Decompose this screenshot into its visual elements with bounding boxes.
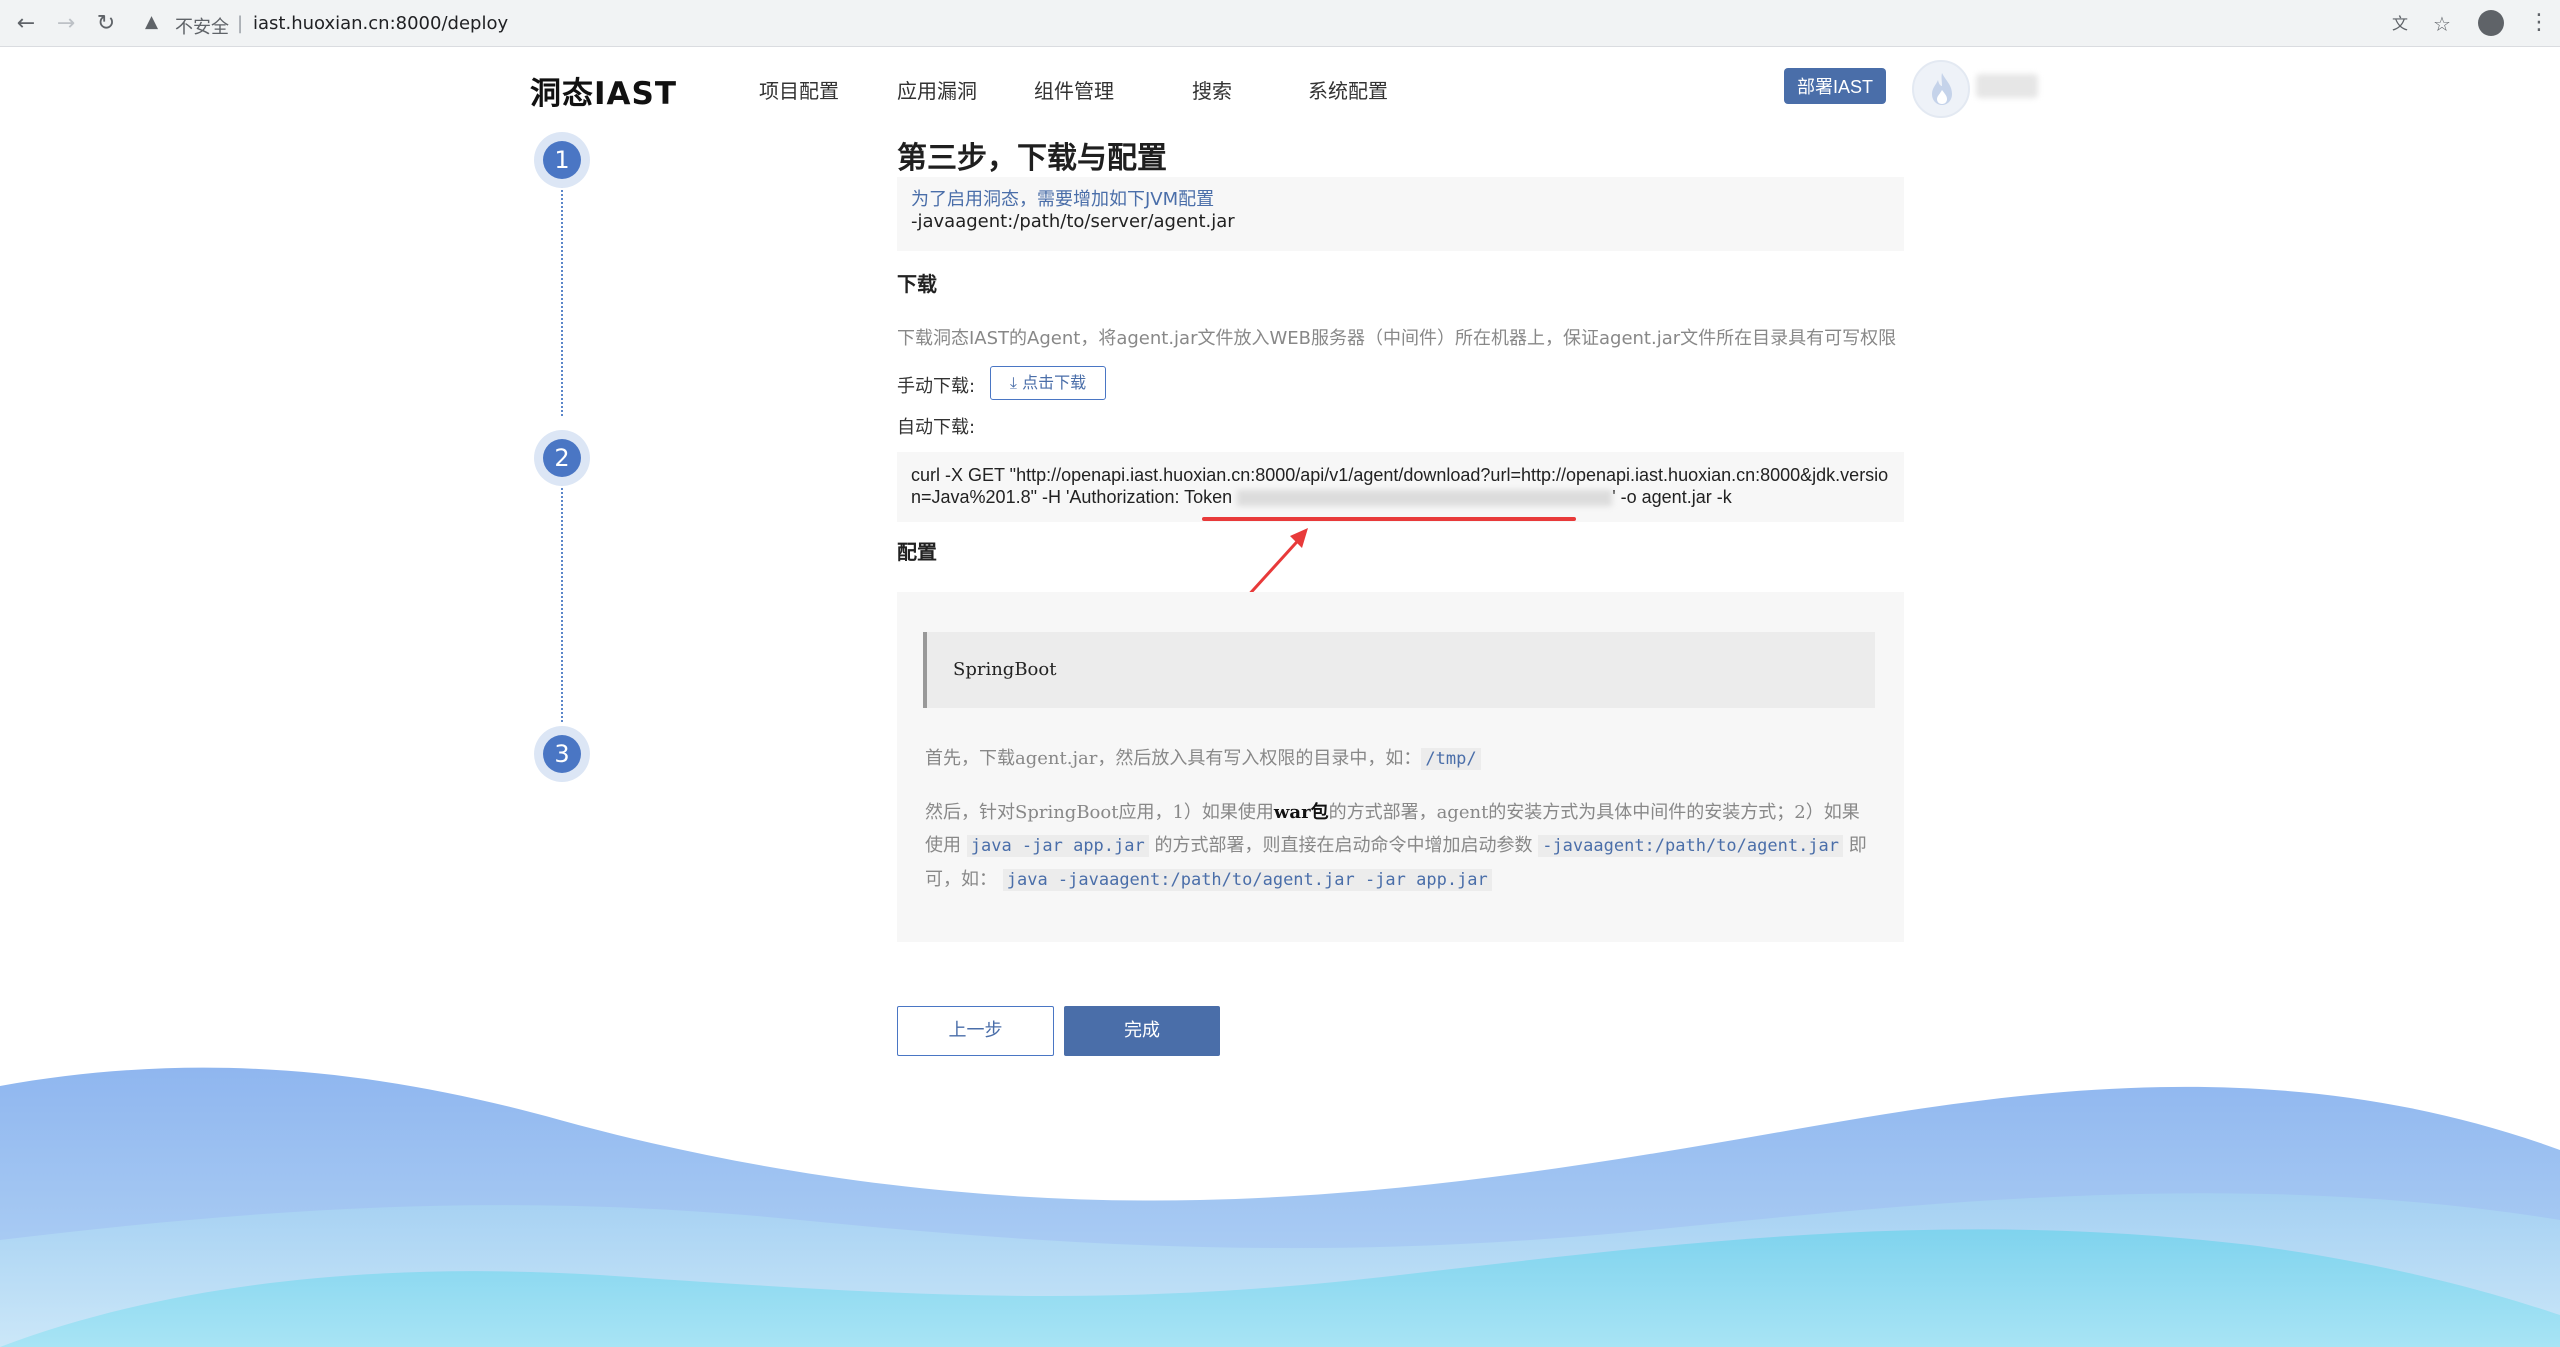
click-download-button[interactable]: ⤓ 点击下载 bbox=[990, 366, 1106, 400]
url-text[interactable]: iast.huoxian.cn:8000/deploy bbox=[253, 13, 508, 34]
nav-item-search[interactable]: 搜索 bbox=[1192, 75, 1232, 104]
warning-icon[interactable]: ▲ bbox=[145, 12, 158, 32]
step-connector bbox=[561, 484, 563, 722]
step-number: 2 bbox=[543, 439, 581, 477]
nav-item-components[interactable]: 组件管理 bbox=[1034, 75, 1114, 104]
tip-line-1: 为了启用洞态，需要增加如下JVM配置 bbox=[911, 189, 1215, 210]
java-jar-code: java -jar app.jar bbox=[966, 835, 1149, 857]
example-command-code: java -javaagent:/path/to/agent.jar -jar … bbox=[1002, 869, 1492, 891]
step-2: 2 bbox=[534, 430, 590, 486]
flame-icon bbox=[1932, 73, 1952, 105]
url-separator: | bbox=[237, 13, 244, 34]
curl-command-suffix: ' -o agent.jar -k bbox=[1612, 487, 1732, 507]
nav-item-vulnerabilities[interactable]: 应用漏洞 bbox=[897, 75, 977, 104]
nav-item-projects[interactable]: 项目配置 bbox=[759, 75, 839, 104]
step-number: 1 bbox=[543, 141, 581, 179]
download-description: 下载洞态IAST的Agent，将agent.jar文件放入WEB服务器（中间件）… bbox=[897, 328, 1897, 349]
manual-download-label: 手动下载: bbox=[897, 376, 976, 397]
config-step-1: 首先，下载agent.jar，然后放入具有写入权限的目录中，如：/tmp/ bbox=[925, 742, 1875, 776]
step-connector bbox=[561, 186, 563, 416]
previous-step-button[interactable]: 上一步 bbox=[897, 1006, 1054, 1056]
back-icon[interactable]: ← bbox=[12, 10, 40, 38]
nav-item-system[interactable]: 系统配置 bbox=[1308, 75, 1388, 104]
page-title: 第三步，下载与配置 bbox=[897, 141, 1167, 176]
config-step-1-text: 首先，下载agent.jar，然后放入具有写入权限的目录中，如： bbox=[925, 748, 1422, 769]
app-logo[interactable]: 洞态IAST bbox=[530, 68, 677, 113]
finish-button[interactable]: 完成 bbox=[1064, 1006, 1220, 1056]
token-redacted bbox=[1237, 490, 1613, 507]
decorative-waves bbox=[0, 1067, 2560, 1347]
browser-toolbar: ← → ↻ ▲ 不安全 | iast.huoxian.cn:8000/deplo… bbox=[0, 0, 2560, 47]
springboot-heading: SpringBoot bbox=[923, 632, 1875, 708]
bookmark-star-icon[interactable]: ☆ bbox=[2428, 10, 2456, 38]
auto-download-label: 自动下载: bbox=[897, 417, 976, 438]
translate-icon[interactable]: 文 bbox=[2386, 10, 2414, 38]
forward-icon[interactable]: → bbox=[52, 10, 80, 38]
address-bar[interactable]: ▲ 不安全 | iast.huoxian.cn:8000/deploy bbox=[135, 4, 2435, 42]
tmp-path-code: /tmp/ bbox=[1421, 748, 1481, 770]
deploy-iast-button[interactable]: 部署IAST bbox=[1784, 68, 1886, 104]
config-section-title: 配置 bbox=[897, 540, 937, 564]
config-panel: SpringBoot 首先，下载agent.jar，然后放入具有写入权限的目录中… bbox=[897, 592, 1904, 942]
step-number: 3 bbox=[543, 735, 581, 773]
war-package-text: war包 bbox=[1273, 802, 1329, 823]
profile-avatar-icon[interactable] bbox=[2478, 10, 2504, 36]
tip-line-2: -javaagent:/path/to/server/agent.jar bbox=[911, 211, 1235, 232]
insecure-label[interactable]: 不安全 bbox=[175, 13, 229, 39]
curl-command-box[interactable]: curl -X GET "http://openapi.iast.huoxian… bbox=[897, 452, 1904, 522]
config-step-2-text-a: 然后，针对SpringBoot应用，1）如果使用 bbox=[925, 802, 1274, 823]
javaagent-param-code: -javaagent:/path/to/agent.jar bbox=[1538, 835, 1844, 857]
user-avatar[interactable] bbox=[1912, 60, 1970, 118]
jvm-tip-box: 为了启用洞态，需要增加如下JVM配置 -javaagent:/path/to/s… bbox=[897, 177, 1904, 251]
reload-icon[interactable]: ↻ bbox=[92, 10, 120, 38]
step-3: 3 bbox=[534, 726, 590, 782]
download-section-title: 下载 bbox=[897, 272, 937, 296]
config-step-2: 然后，针对SpringBoot应用，1）如果使用war包的方式部署，agent的… bbox=[925, 796, 1875, 897]
config-step-2-text-c: 的方式部署，则直接在启动命令中增加启动参数 bbox=[1154, 835, 1533, 856]
menu-kebab-icon[interactable]: ⋮ bbox=[2528, 10, 2550, 35]
step-1: 1 bbox=[534, 132, 590, 188]
username-redacted bbox=[1976, 74, 2038, 98]
